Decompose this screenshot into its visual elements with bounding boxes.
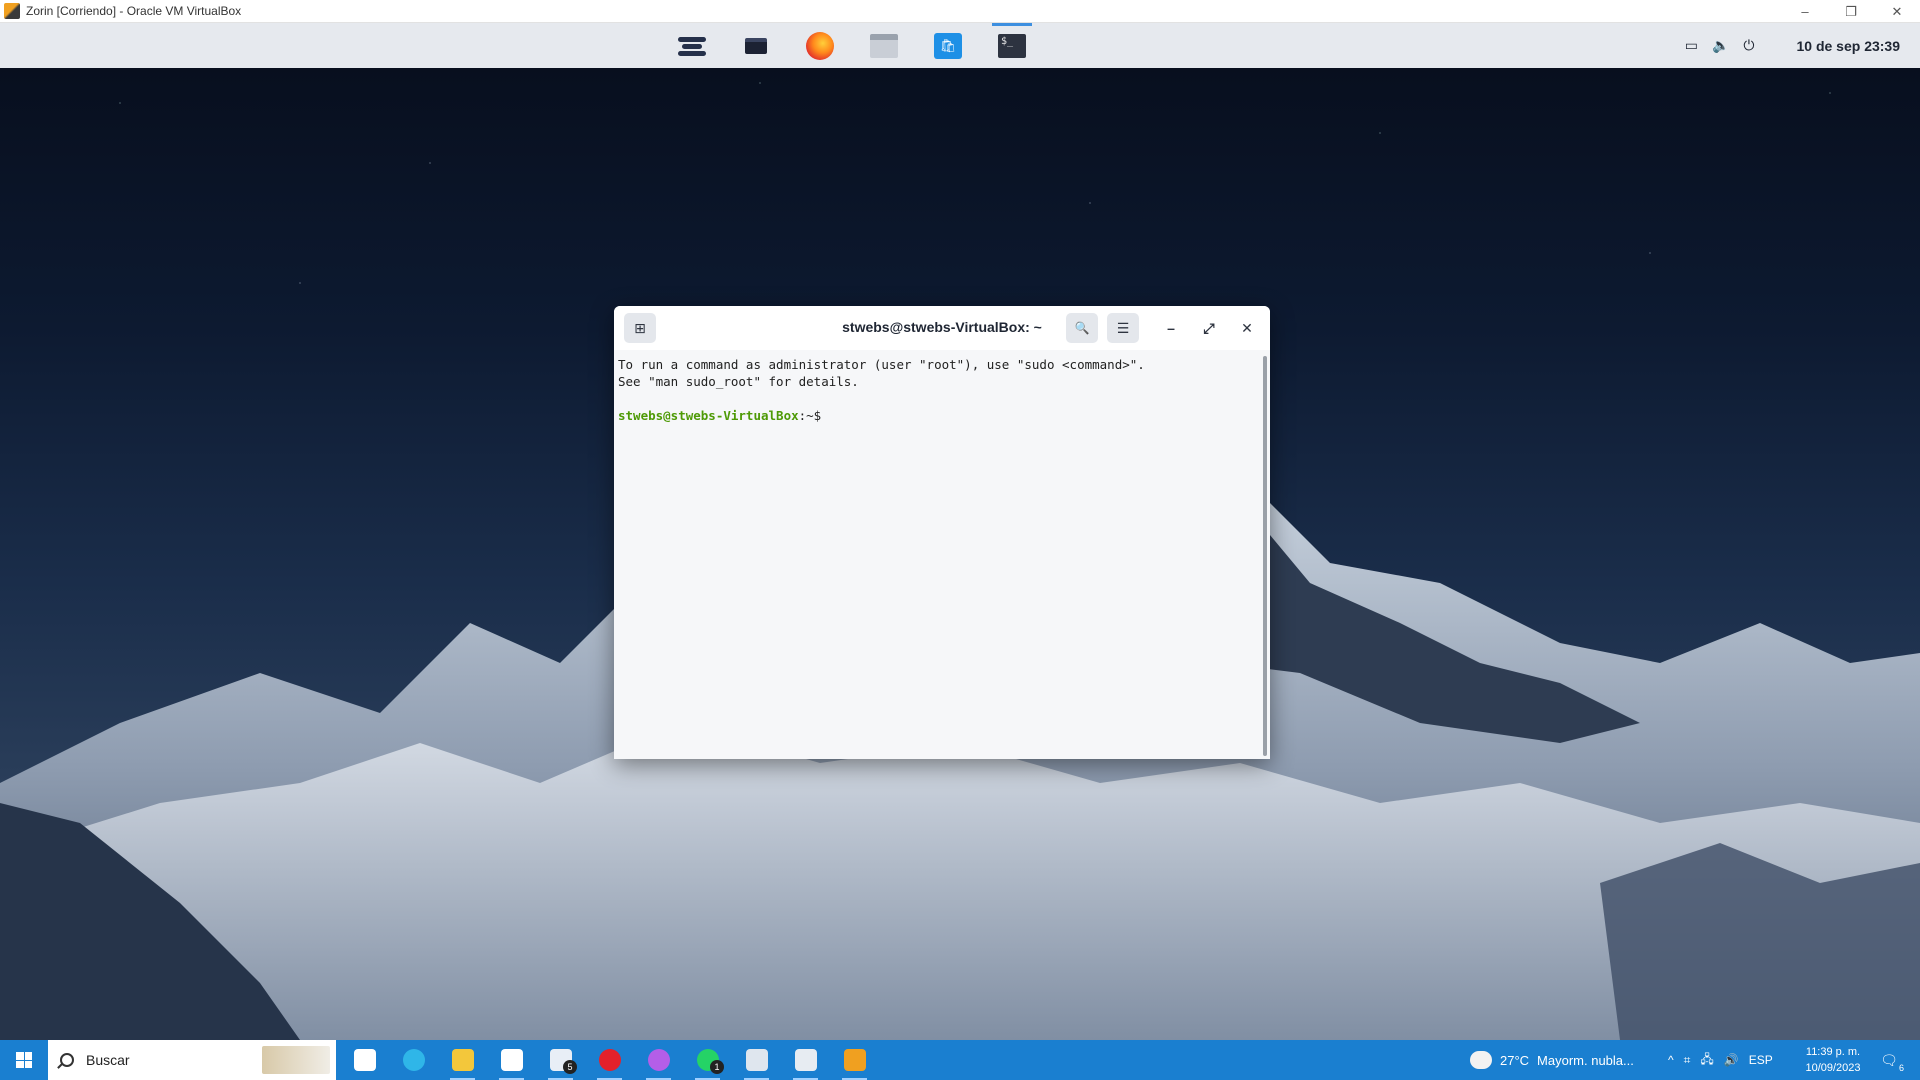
new-tab-icon: ⊞ [634,319,646,336]
taskbar-apps: 51 [340,1040,879,1080]
dock-files[interactable] [852,23,916,68]
hamburger-menu-icon: ☰ [1116,319,1130,336]
network-icon[interactable]: 🖧 [1700,1050,1713,1071]
dock-software[interactable]: 🛍 [916,23,980,68]
zorin-top-panel: 🛍 $_ ▭ 🔈 ⏻ 10 de sep 23:39 [0,23,1920,68]
meet-icon[interactable]: ⌗ [1684,1053,1691,1068]
windows-taskbar: Buscar 51 27°C Mayorm. nubla... ^ ⌗ 🖧 🔊 … [0,1040,1920,1080]
messenger-icon [647,1049,670,1071]
terminal-header-bar[interactable]: ⊞ stwebs@stwebs-VirtualBox: ~ 🔍 ☰ – ⤢ ✕ [614,306,1270,350]
taskbar-date: 10/09/2023 [1805,1062,1861,1074]
dock-zorin-menu[interactable] [660,23,724,68]
terminal-menu-button[interactable]: ☰ [1107,313,1139,343]
host-minimize-button[interactable]: – [1782,0,1828,23]
virtualbox-vm-icon [843,1049,866,1071]
new-tab-button[interactable]: ⊞ [624,313,656,343]
app-dock: 🛍 $_ [660,23,1044,68]
prompt-user-host: stwebs@stwebs-VirtualBox [618,408,799,423]
dock-terminal[interactable]: $_ [980,23,1044,68]
file-explorer-icon [451,1049,474,1071]
taskbar-app-file-explorer[interactable] [438,1040,487,1080]
prompt-path: :~$ [798,408,822,423]
notification-icon: 🗨 [1880,1051,1898,1068]
taskbar-app-ms-store[interactable] [487,1040,536,1080]
terminal-maximize-button[interactable]: ⤢ [1196,315,1222,341]
taskbar-clock[interactable]: 11:39 p. m. 10/09/2023 [1796,1044,1870,1076]
opera-icon [598,1049,621,1071]
dock-workspaces[interactable] [724,23,788,68]
taskbar-search[interactable]: Buscar [48,1040,336,1080]
folder-icon [870,33,898,58]
search-icon: 🔍 [1074,321,1090,335]
window-icon [745,37,767,54]
host-restore-button[interactable]: ❐ [1828,0,1874,23]
taskbar-app-messenger[interactable] [634,1040,683,1080]
vm-screen: 🛍 $_ ▭ 🔈 ⏻ 10 de sep 23:39 ⊞ stwebs@stwe… [0,23,1920,1040]
taskbar-app-notepad[interactable] [732,1040,781,1080]
taskbar-app-whatsapp[interactable]: 1 [683,1040,732,1080]
weather-desc: Mayorm. nubla... [1537,1052,1634,1068]
firefox-icon [806,31,834,60]
weather-temp: 27°C [1500,1052,1530,1068]
host-window-title: Zorin [Corriendo] - Oracle VM VirtualBox [26,4,242,18]
host-window-controls: – ❐ ✕ [1782,0,1920,23]
ms-store-icon [500,1049,523,1071]
virtualbox-app-icon [4,3,20,19]
mail-badge: 5 [563,1060,577,1074]
taskbar-app-opera[interactable] [585,1040,634,1080]
terminal-window: ⊞ stwebs@stwebs-VirtualBox: ~ 🔍 ☰ – ⤢ ✕ … [614,306,1270,759]
notification-count: 6 [1898,1063,1904,1073]
edge-icon [402,1049,425,1071]
language-indicator[interactable]: ESP [1749,1053,1773,1067]
weather-widget[interactable]: 27°C Mayorm. nubla... [1470,1040,1634,1080]
taskbar-app-task-view[interactable] [340,1040,389,1080]
terminal-line: To run a command as administrator (user … [618,357,1145,372]
terminal-close-button[interactable]: ✕ [1234,315,1260,341]
start-button[interactable] [0,1040,48,1080]
task-view-icon [353,1049,376,1071]
terminal-search-button[interactable]: 🔍 [1066,313,1098,343]
taskbar-app-mail[interactable]: 5 [536,1040,585,1080]
zorin-tray[interactable]: ▭ 🔈 ⏻ 10 de sep 23:39 [1685,23,1900,68]
taskbar-time: 11:39 p. m. [1805,1046,1861,1058]
zorin-logo-icon [678,35,706,57]
terminal-output[interactable]: To run a command as administrator (user … [616,350,1260,759]
tray-overflow-chevron-icon[interactable]: ^ [1668,1053,1674,1067]
virtualbox-box-icon [794,1049,817,1071]
terminal-icon: $_ [998,33,1026,58]
taskbar-app-edge[interactable] [389,1040,438,1080]
search-icon [60,1053,74,1067]
whatsapp-badge: 1 [710,1060,724,1074]
notepad-icon [745,1049,768,1071]
search-placeholder: Buscar [86,1052,130,1068]
zorin-clock[interactable]: 10 de sep 23:39 [1796,38,1900,54]
terminal-scrollbar[interactable] [1263,356,1267,756]
host-title-bar: Zorin [Corriendo] - Oracle VM VirtualBox… [0,0,1920,23]
search-highlight-image [262,1046,330,1074]
display-icon: ▭ [1684,37,1698,53]
volume-icon: 🔈 [1711,37,1730,53]
taskbar-app-virtualbox-vm[interactable] [830,1040,879,1080]
windows-logo-icon [16,1052,32,1068]
notification-center-button[interactable]: 🗨 6 [1878,1049,1904,1073]
terminal-prompt[interactable]: stwebs@stwebs-VirtualBox:~$ [618,407,1260,424]
host-close-button[interactable]: ✕ [1874,0,1920,23]
speaker-icon[interactable]: 🔊 [1724,1053,1739,1067]
store-icon: 🛍 [934,32,962,59]
terminal-line: See "man sudo_root" for details. [618,374,859,389]
system-tray[interactable]: ^ ⌗ 🖧 🔊 ESP [1668,1040,1773,1080]
dock-firefox[interactable] [788,23,852,68]
power-icon: ⏻ [1743,37,1755,53]
cloudy-weather-icon [1470,1046,1492,1069]
terminal-minimize-button[interactable]: – [1158,315,1184,341]
taskbar-app-virtualbox-box[interactable] [781,1040,830,1080]
